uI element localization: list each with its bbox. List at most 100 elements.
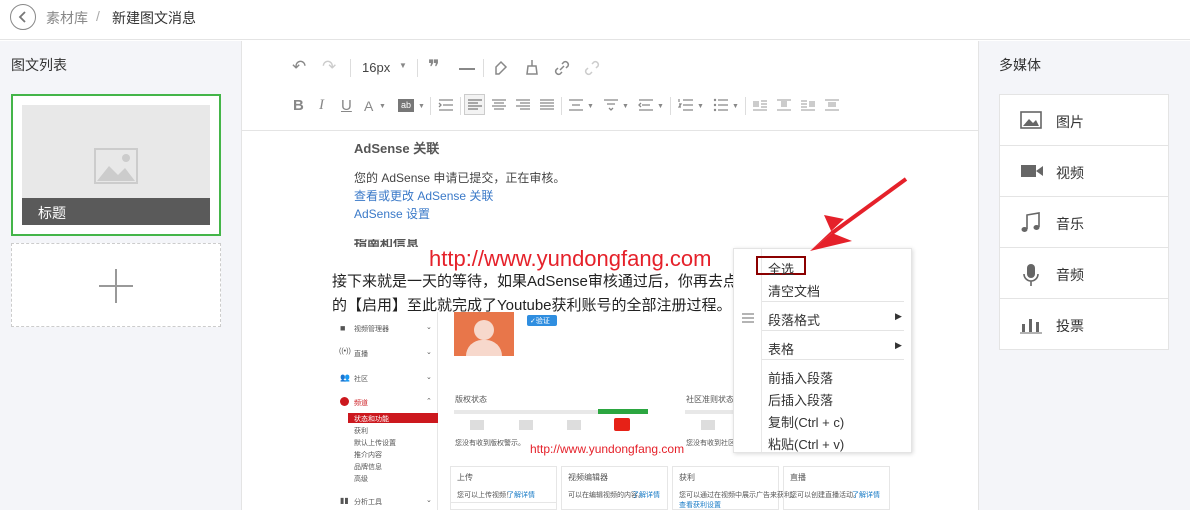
spacing-top-dropdown-icon[interactable]: ▼ (622, 103, 629, 110)
align-right-icon[interactable] (515, 98, 531, 112)
horizontal-rule-icon[interactable] (459, 68, 475, 70)
content-heading: AdSense 关联 (354, 141, 440, 156)
embedded-avatar (454, 312, 514, 356)
blockquote-icon[interactable]: ❞ (428, 55, 440, 80)
menu-item-clear-document[interactable]: 清空文档 (768, 281, 820, 300)
image-icon (1020, 111, 1042, 129)
unlink-icon[interactable] (583, 59, 601, 77)
embedded-sidebar: ■ 视频管理器 ⌄ ((•)) 直播 ⌄ 👥 社区 ⌄ 频道 ⌃ 状态和功能 获… (332, 312, 438, 510)
embedded-strike-icon (519, 420, 533, 430)
toolbar-divider (430, 97, 431, 115)
watermark-text: http://www.yundongfang.com (429, 246, 712, 271)
menu-item-table[interactable]: 表格 (768, 339, 794, 358)
embedded-channel-icon (340, 397, 349, 406)
embedded-card-title: 视频编辑器 (568, 473, 608, 482)
embedded-card-desc: 您可以创建直播活动。 (790, 492, 860, 499)
embedded-sidebar-item: 社区 (354, 376, 368, 383)
media-item-music[interactable]: 音乐 (1000, 197, 1168, 248)
editor-toolbar: ↶ ↷ 16px ▼ ❞ B I U A ▼ ab ▼ ▼ ▼ ▼ ▼ ▼ (242, 41, 978, 131)
embedded-card-link: 了解详情 (507, 492, 535, 499)
back-button[interactable] (10, 4, 36, 30)
font-color-dropdown-icon[interactable]: ▼ (379, 103, 386, 110)
embedded-copyright-note: 您没有收到版权警示。 (455, 440, 525, 447)
embedded-watermark: http://www.yundongfang.com (530, 442, 685, 456)
embedded-chevron-icon: ⌄ (426, 349, 432, 356)
embedded-sidebar-item: 品牌信息 (354, 464, 382, 471)
indent-icon[interactable] (438, 98, 454, 112)
embedded-sidebar-item: 推介内容 (354, 452, 382, 459)
align-center-icon[interactable] (491, 98, 507, 112)
undo-icon[interactable]: ↶ (292, 57, 306, 77)
italic-icon[interactable]: I (319, 97, 324, 114)
media-item-audio[interactable]: 音频 (1000, 248, 1168, 299)
line-height-icon[interactable] (568, 98, 584, 112)
menu-item-copy[interactable]: 复制(Ctrl + c) (768, 412, 844, 431)
submenu-arrow-icon: ▶ (895, 311, 902, 321)
bold-icon[interactable]: B (293, 97, 304, 114)
breadcrumb-current: 新建图文消息 (112, 10, 196, 26)
embedded-strike-icon (701, 420, 715, 430)
menu-divider (762, 301, 904, 302)
breadcrumb-root[interactable]: 素材库 (46, 8, 88, 28)
background-color-icon[interactable]: ab (398, 99, 414, 112)
media-item-image[interactable]: 图片 (1000, 95, 1168, 146)
content-status-text: 您的 AdSense 申请已提交，正在审核。 (354, 171, 566, 185)
link-icon[interactable] (553, 59, 571, 77)
media-item-vote[interactable]: 投票 (1000, 299, 1168, 350)
underline-icon[interactable]: U (341, 97, 352, 114)
font-color-icon[interactable]: A (364, 98, 373, 114)
embedded-live-icon: ((•)) (339, 348, 351, 355)
line-height-dropdown-icon[interactable]: ▼ (587, 103, 594, 110)
font-size-select[interactable]: 16px (362, 60, 390, 75)
format-brush-icon[interactable] (494, 60, 508, 76)
plus-icon (99, 269, 133, 303)
image-float-left-icon[interactable] (752, 99, 768, 111)
add-article-button[interactable] (11, 243, 221, 327)
toolbar-divider (350, 59, 351, 77)
unordered-list-icon[interactable] (713, 98, 729, 112)
context-menu: 全选 清空文档 段落格式 ▶ 表格 ▶ 前插入段落 后插入段落 复制(Ctrl … (733, 248, 912, 453)
media-item-label: 视频 (1056, 165, 1084, 181)
background-color-dropdown-icon[interactable]: ▼ (418, 103, 425, 110)
media-item-label: 音乐 (1056, 216, 1084, 232)
embedded-sidebar-item: 获利 (354, 428, 368, 435)
image-float-right-icon[interactable] (800, 99, 816, 111)
image-placeholder-icon (94, 148, 138, 184)
top-bar: 素材库 / 新建图文消息 (0, 0, 1190, 40)
embedded-chevron-icon: ⌄ (426, 374, 432, 381)
embedded-card-link: 了解详情 (632, 492, 660, 499)
embedded-sidebar-item: 直播 (354, 351, 368, 358)
menu-item-insert-paragraph-before[interactable]: 前插入段落 (768, 368, 833, 387)
menu-item-paragraph-format[interactable]: 段落格式 (768, 310, 820, 329)
editor-area: ↶ ↷ 16px ▼ ❞ B I U A ▼ ab ▼ ▼ ▼ ▼ ▼ ▼ Ad… (242, 41, 978, 510)
menu-item-insert-paragraph-after[interactable]: 后插入段落 (768, 390, 833, 409)
paragraph-spacing-top-icon[interactable] (603, 98, 619, 112)
spacing-bottom-dropdown-icon[interactable]: ▼ (657, 103, 664, 110)
clear-format-icon[interactable] (525, 59, 539, 75)
ordered-list-icon[interactable] (678, 98, 694, 112)
content-link-adsense-association[interactable]: 查看或更改 AdSense 关联 (354, 187, 493, 204)
font-size-dropdown-icon[interactable]: ▼ (399, 61, 407, 70)
redo-icon[interactable]: ↷ (322, 57, 336, 77)
media-item-video[interactable]: 视频 (1000, 146, 1168, 197)
embedded-sidebar-item: 分析工具 (354, 499, 382, 506)
image-inline-icon[interactable] (776, 99, 792, 111)
content-link-adsense-settings[interactable]: AdSense 设置 (354, 205, 430, 222)
align-justify-icon[interactable] (539, 98, 555, 112)
embedded-feature-card: 上传 您可以上传视频！ 了解详情 (450, 466, 557, 510)
video-icon (1021, 165, 1043, 177)
paragraph-format-icon (742, 313, 754, 323)
ordered-list-dropdown-icon[interactable]: ▼ (697, 103, 704, 110)
align-left-button[interactable] (464, 94, 485, 115)
image-center-icon[interactable] (824, 99, 840, 111)
article-card[interactable]: 标题 (11, 94, 221, 236)
embedded-chevron-icon: ⌃ (426, 398, 432, 405)
embedded-analytics-icon: ▮▮ (340, 496, 349, 505)
unordered-list-dropdown-icon[interactable]: ▼ (732, 103, 739, 110)
embedded-community-note: 您没有收到社区 (686, 440, 735, 447)
menu-item-paste[interactable]: 粘贴(Ctrl + v) (768, 434, 844, 453)
embedded-verify-label: ✓验证 (530, 318, 550, 325)
menu-item-select-all[interactable]: 全选 (768, 259, 794, 278)
paragraph-spacing-bottom-icon[interactable] (638, 98, 654, 112)
media-item-label: 投票 (1056, 318, 1084, 334)
